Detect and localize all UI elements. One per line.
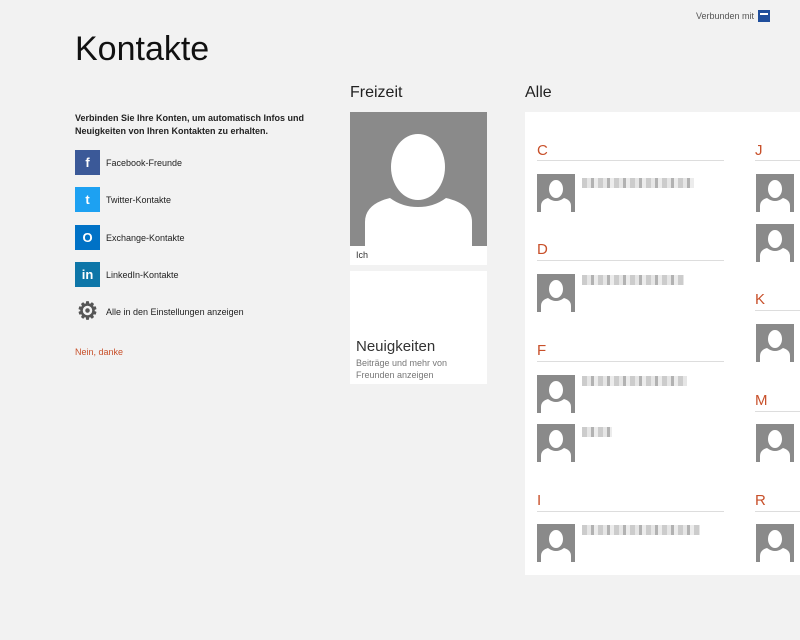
account-label: Twitter-Kontakte (106, 194, 172, 205)
contact-name[interactable] (582, 376, 687, 386)
contact-name[interactable] (582, 178, 694, 188)
no-thanks-link[interactable]: Nein, danke (75, 347, 123, 357)
linkedin-contacts-link[interactable]: in LinkedIn-Kontakte (75, 262, 179, 287)
me-caption: Ich (356, 250, 369, 260)
linkedin-icon: in (75, 262, 100, 287)
contact-avatar[interactable] (537, 274, 575, 312)
contact-avatar[interactable] (537, 174, 575, 212)
connected-with[interactable]: Verbunden mit (696, 10, 770, 22)
contact-name[interactable] (582, 427, 612, 437)
letter-header-i[interactable]: I (537, 492, 541, 509)
contact-avatar[interactable] (756, 224, 794, 262)
contact-name[interactable] (582, 525, 700, 535)
divider (755, 411, 800, 412)
contact-avatar[interactable] (537, 524, 575, 562)
all-heading: Alle (525, 84, 552, 101)
letter-header-m[interactable]: M (755, 392, 768, 409)
divider (755, 310, 800, 311)
microsoft-account-icon (758, 10, 770, 22)
account-label: LinkedIn-Kontakte (106, 269, 179, 280)
contact-avatar[interactable] (537, 375, 575, 413)
facebook-friends-link[interactable]: f Facebook-Freunde (75, 150, 182, 175)
letter-header-f[interactable]: F (537, 342, 546, 359)
show-all-settings-link[interactable]: ⚙ Alle in den Einstellungen anzeigen (75, 298, 244, 325)
exchange-icon: O (75, 225, 100, 250)
freizeit-heading: Freizeit (350, 84, 403, 101)
contact-avatar[interactable] (756, 424, 794, 462)
contact-avatar[interactable] (756, 524, 794, 562)
me-tile[interactable]: Ich (350, 112, 487, 265)
divider (755, 160, 800, 161)
news-subtitle: Beiträge und mehr von Freunden anzeigen (356, 358, 448, 380)
exchange-contacts-link[interactable]: O Exchange-Kontakte (75, 225, 185, 250)
account-label: Exchange-Kontakte (106, 232, 185, 243)
contact-avatar[interactable] (756, 174, 794, 212)
twitter-contacts-link[interactable]: t Twitter-Kontakte (75, 187, 171, 212)
letter-header-c[interactable]: C (537, 142, 548, 159)
account-label: Facebook-Freunde (106, 157, 183, 168)
divider (537, 361, 724, 362)
letter-header-k[interactable]: K (755, 291, 765, 308)
news-title: Neuigkeiten (356, 338, 436, 355)
account-label: Alle in den Einstellungen anzeigen (106, 306, 244, 317)
letter-header-j[interactable]: J (755, 142, 763, 159)
divider (755, 511, 800, 512)
page-title: Kontakte (75, 30, 210, 68)
letter-header-r[interactable]: R (755, 492, 766, 509)
divider (537, 160, 724, 161)
news-tile[interactable]: Neuigkeiten Beiträge und mehr von Freund… (350, 271, 487, 384)
divider (537, 260, 724, 261)
divider (537, 511, 724, 512)
twitter-icon: t (75, 187, 100, 212)
all-contacts-panel: C D F I J K M R (525, 112, 800, 575)
facebook-icon: f (75, 150, 100, 175)
contact-name[interactable] (582, 275, 684, 285)
connected-label: Verbunden mit (695, 11, 754, 21)
letter-header-d[interactable]: D (537, 241, 548, 258)
person-silhouette-icon (350, 112, 487, 246)
intro-text: Verbinden Sie Ihre Konten, um automatisc… (75, 113, 305, 136)
contact-avatar[interactable] (756, 324, 794, 362)
contact-avatar[interactable] (537, 424, 575, 462)
gear-icon: ⚙ (76, 298, 99, 325)
